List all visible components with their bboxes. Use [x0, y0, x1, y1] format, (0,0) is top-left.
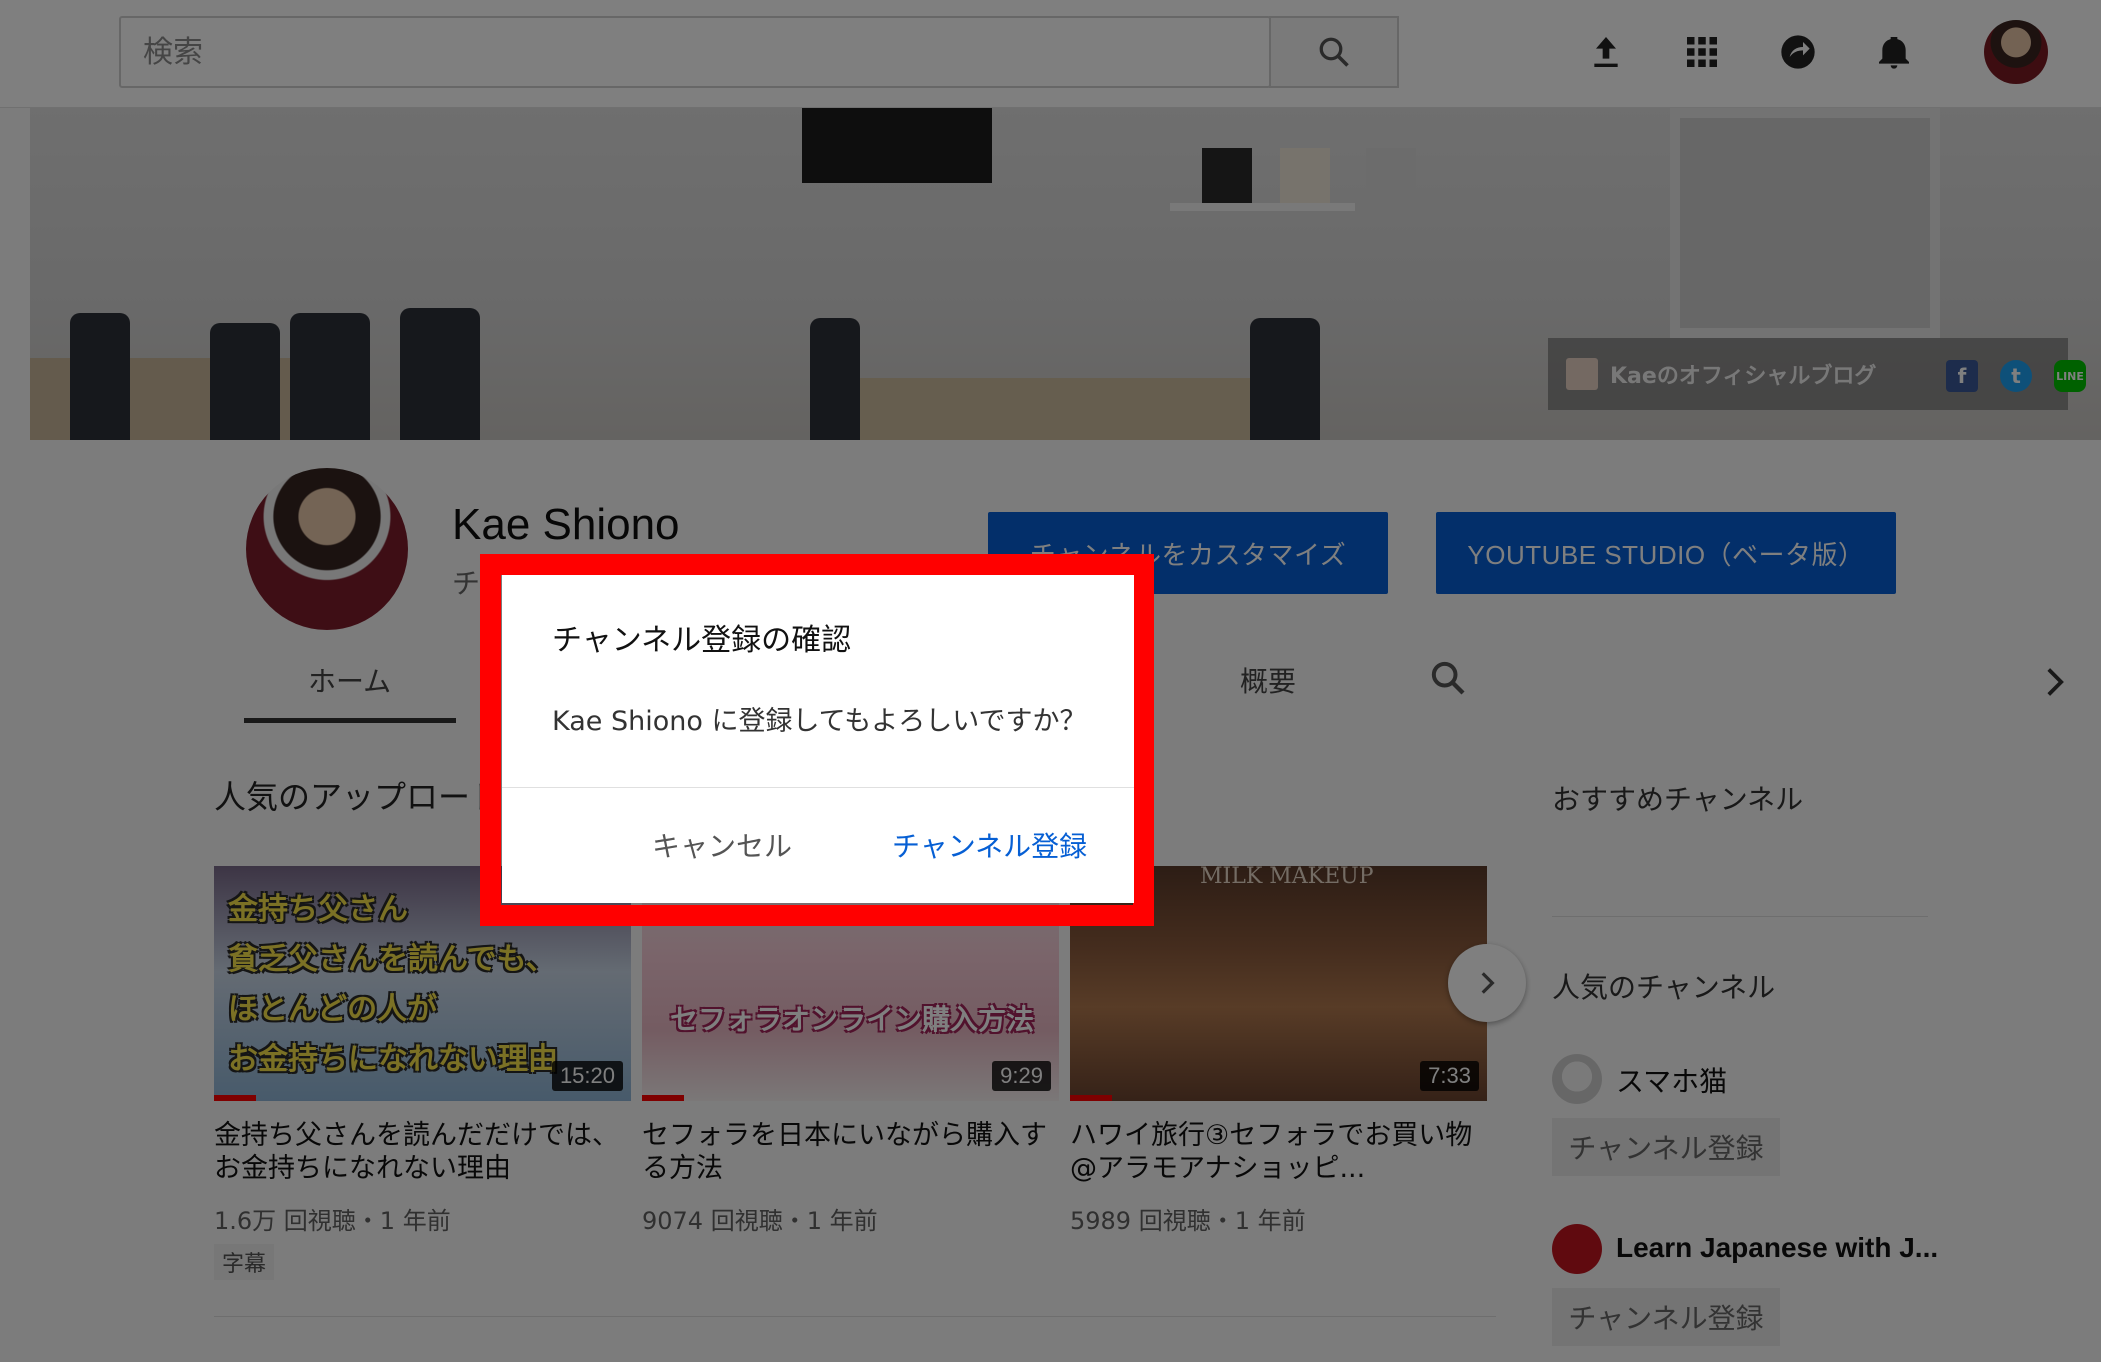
dialog-title: チャンネル登録の確認: [552, 623, 852, 658]
dialog-message: Kae Shiono に登録してもよろしいですか？: [552, 706, 1087, 737]
confirm-subscribe-button[interactable]: チャンネル登録: [892, 825, 1087, 865]
divider: [502, 787, 1134, 788]
subscribe-confirm-dialog: チャンネル登録の確認 Kae Shiono に登録してもよろしいですか？ キャン…: [502, 575, 1134, 903]
cancel-button[interactable]: キャンセル: [652, 825, 792, 865]
